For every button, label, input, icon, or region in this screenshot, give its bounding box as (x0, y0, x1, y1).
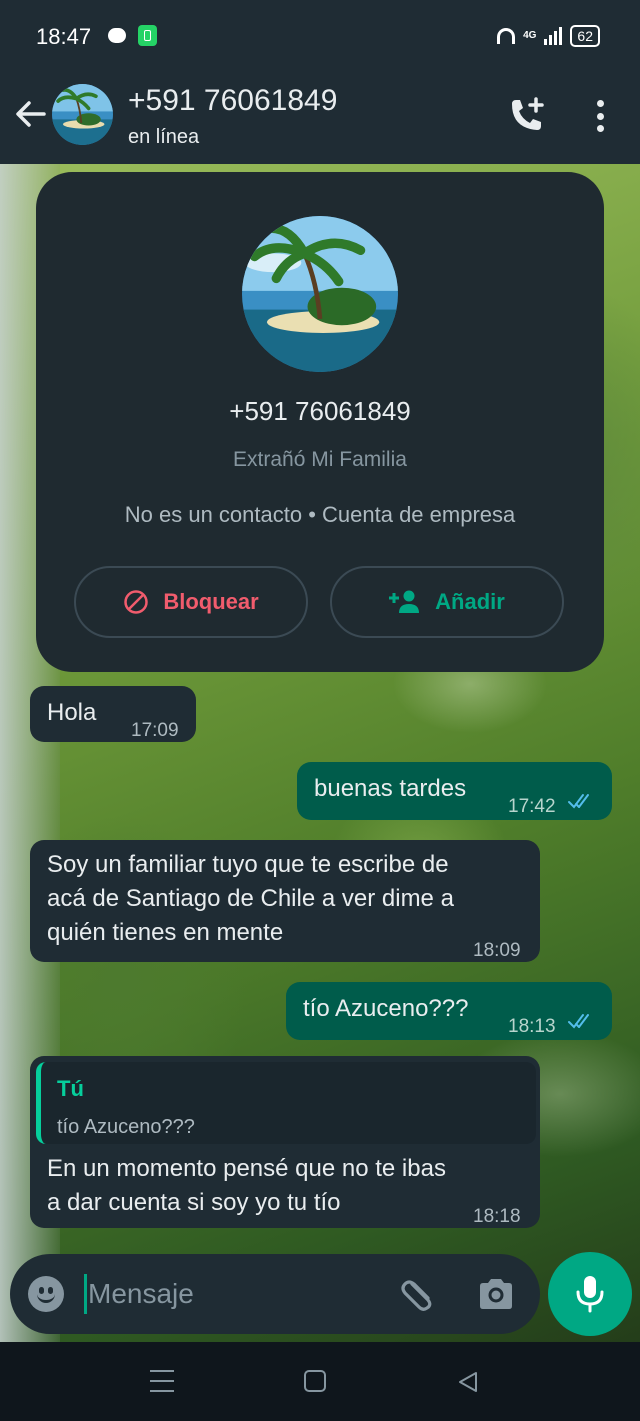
message-time: 18:09 (473, 940, 521, 961)
card-phone-number: +591 76061849 (229, 396, 411, 426)
system-nav-bar (0, 1342, 640, 1421)
block-button[interactable]: Bloquear (74, 566, 308, 638)
chat-header: +591 76061849 en línea (0, 72, 640, 164)
read-ticks-icon (568, 794, 589, 809)
contact-title[interactable]: +591 76061849 (128, 84, 337, 118)
message-time: 17:42 (508, 796, 556, 817)
attach-icon[interactable] (398, 1274, 438, 1314)
status-bar: 18:47 4G 62 (0, 0, 640, 72)
signal-icon (544, 27, 563, 45)
message-bubble-outgoing[interactable]: tío Azuceno??? 18:13 (286, 982, 612, 1040)
nav-back-icon[interactable] (456, 1370, 480, 1394)
add-button-label: Añadir (435, 589, 505, 614)
network-type: 4G (523, 30, 537, 41)
more-vert-icon[interactable] (588, 96, 612, 136)
contact-avatar[interactable] (52, 84, 113, 145)
message-bubble-incoming-reply[interactable]: Tú tío Azuceno??? En un momento pensé qu… (30, 1056, 540, 1228)
nav-menu-icon[interactable] (150, 1370, 174, 1392)
message-text-line: En un momento pensé que no te ibas (47, 1155, 446, 1182)
status-time: 18:47 (36, 24, 92, 49)
message-text: buenas tardes (314, 775, 467, 802)
back-arrow-icon[interactable] (12, 96, 48, 132)
mic-icon (576, 1276, 604, 1313)
quoted-message[interactable]: Tú tío Azuceno??? (36, 1062, 536, 1144)
add-call-icon[interactable] (506, 96, 548, 136)
message-text: tío Azuceno??? (303, 995, 469, 1022)
quoted-author: Tú (57, 1076, 84, 1101)
message-text-line: acá de Santiago de Chile a ver dime a (47, 885, 454, 912)
block-button-label: Bloquear (163, 589, 259, 614)
message-composer (10, 1254, 540, 1334)
text-cursor (84, 1274, 87, 1314)
nav-home-icon[interactable] (304, 1370, 326, 1392)
message-text-line: a dar cuenta si soy yo tu tío (47, 1189, 341, 1216)
headphones-icon (497, 28, 516, 44)
quoted-text: tío Azuceno??? (57, 1116, 195, 1138)
read-ticks-icon (568, 1014, 589, 1029)
message-bubble-outgoing[interactable]: buenas tardes 17:42 (297, 762, 612, 820)
app-notification-icon (138, 25, 157, 46)
message-time: 18:18 (473, 1206, 521, 1227)
card-contact-meta: No es un contacto • Cuenta de empresa (124, 502, 516, 527)
chat-notification-icon (108, 28, 126, 43)
message-bubble-incoming[interactable]: Hola 17:09 (30, 686, 196, 742)
chat-area[interactable]: +591 76061849 Extrañó Mi Familia No es u… (0, 164, 640, 1342)
camera-icon[interactable] (476, 1276, 516, 1312)
message-time: 17:09 (131, 720, 179, 741)
message-text: Hola (47, 699, 97, 726)
contact-info-card: +591 76061849 Extrañó Mi Familia No es u… (36, 172, 604, 672)
message-input[interactable] (88, 1268, 378, 1320)
mic-button[interactable] (548, 1252, 632, 1336)
message-text-line: quién tienes en mente (47, 919, 284, 946)
message-text-line: Soy un familiar tuyo que te escribe de (47, 851, 449, 878)
card-business-name: Extrañó Mi Familia (233, 448, 407, 471)
message-time: 18:13 (508, 1016, 556, 1037)
presence-status: en línea (128, 126, 200, 148)
person-add-icon (389, 590, 420, 613)
message-bubble-incoming[interactable]: Soy un familiar tuyo que te escribe de a… (30, 840, 540, 962)
block-icon (124, 590, 149, 614)
contact-profile-photo[interactable] (242, 216, 398, 372)
emoji-icon[interactable] (28, 1276, 64, 1312)
add-contact-button[interactable]: Añadir (330, 566, 564, 638)
status-indicators: 4G 62 (497, 22, 600, 50)
battery-level: 62 (570, 25, 600, 47)
